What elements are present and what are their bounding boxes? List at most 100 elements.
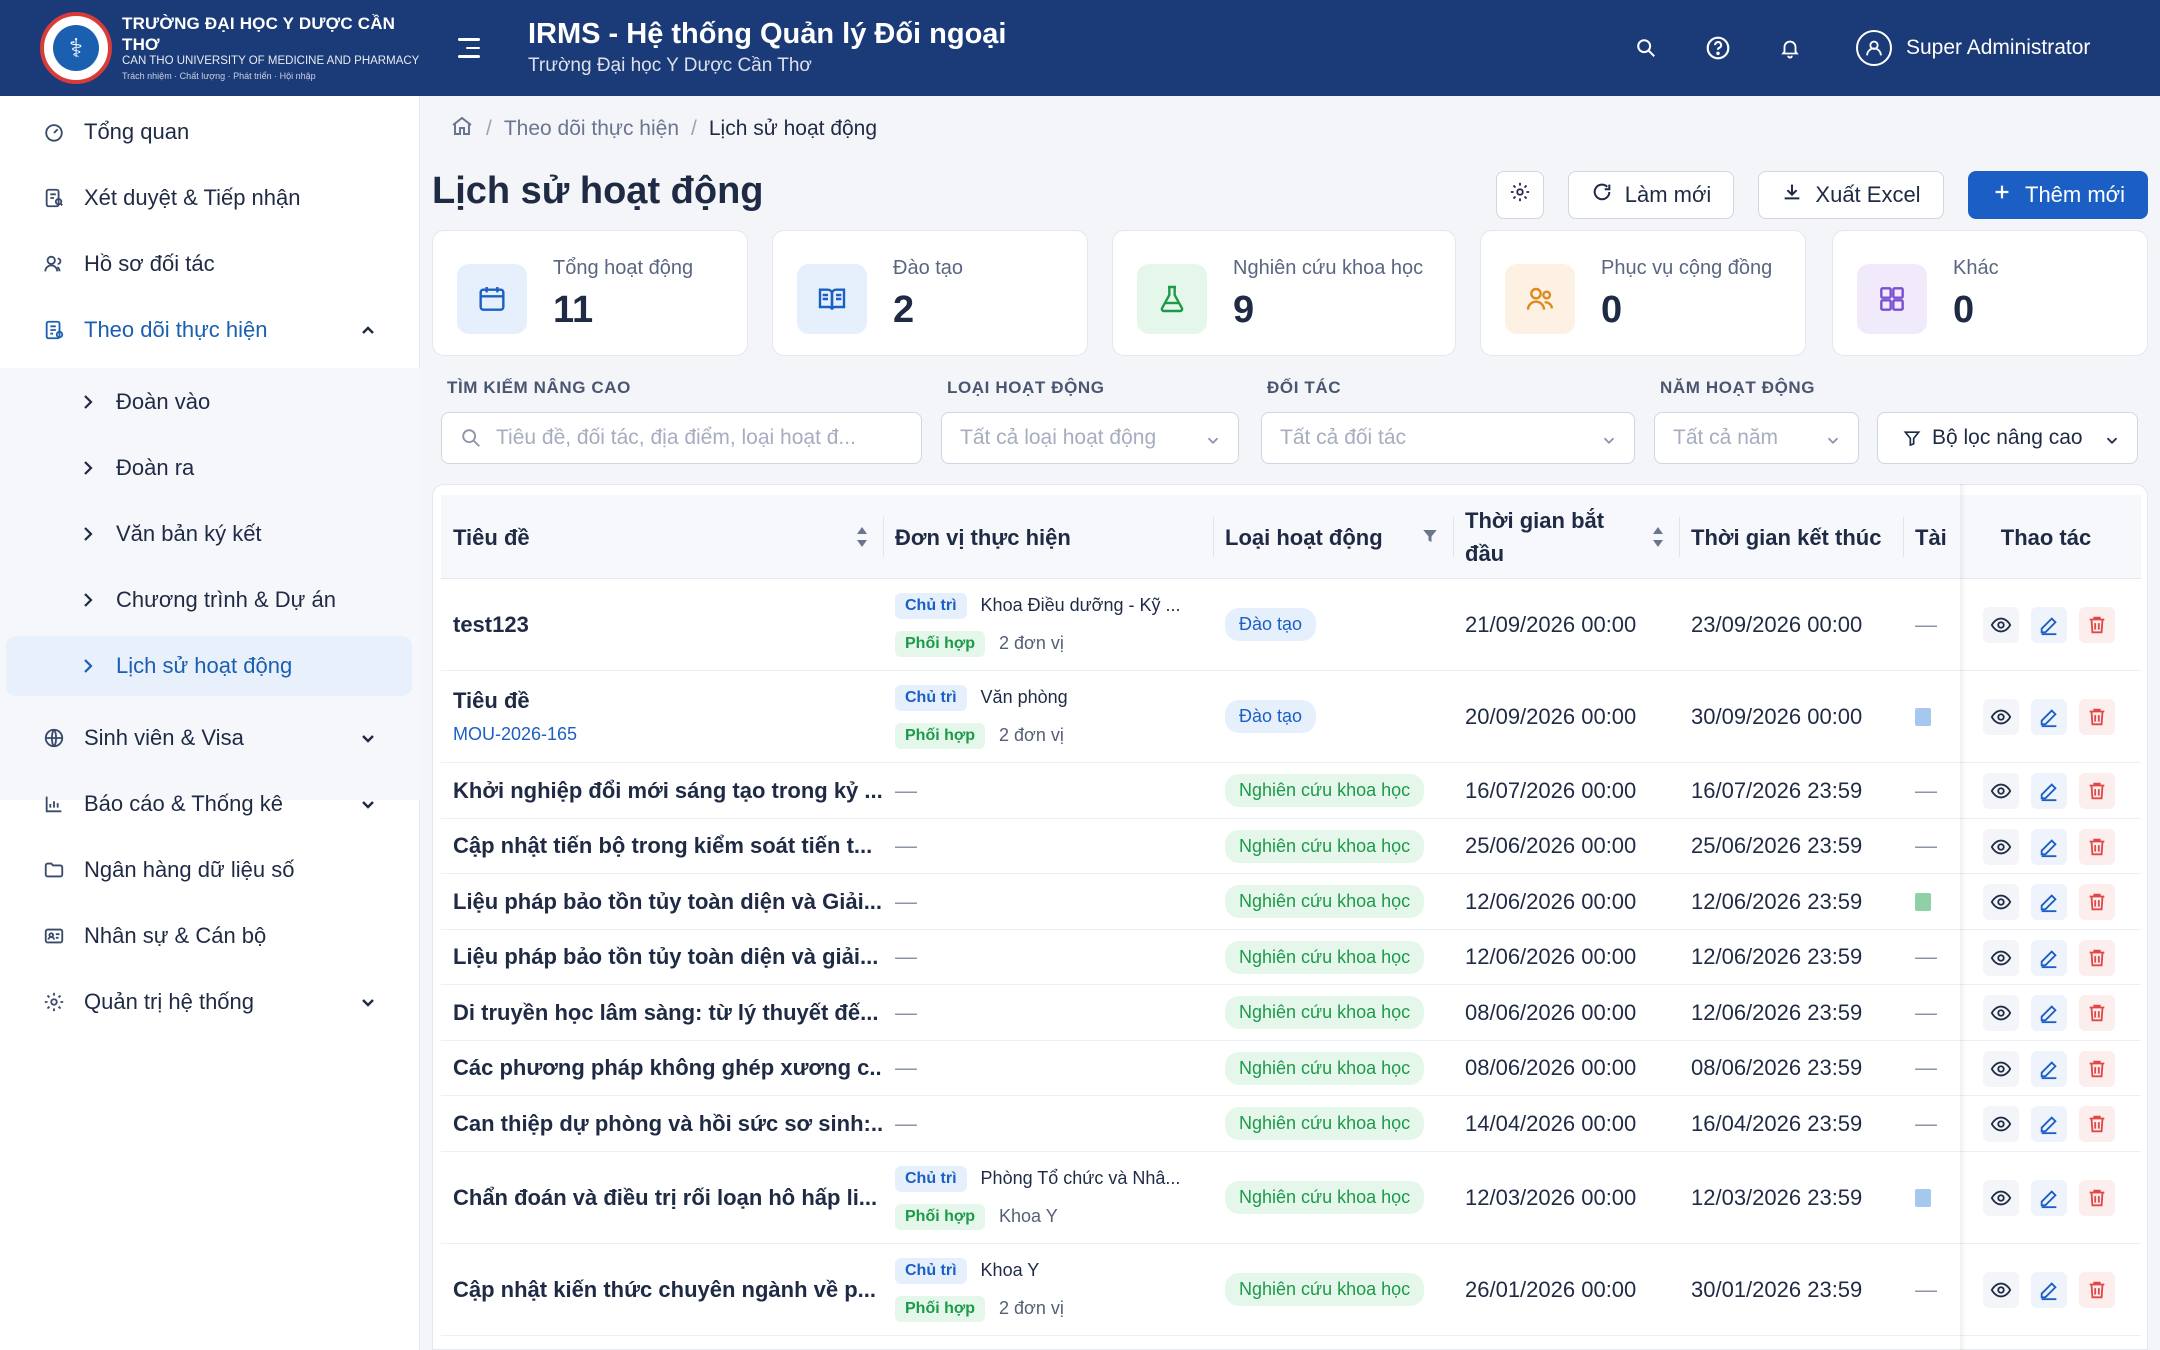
- year-select[interactable]: Tất cả năm: [1654, 412, 1859, 464]
- view-button[interactable]: [1983, 1106, 2019, 1142]
- table-row[interactable]: Liệu pháp bảo tồn tủy toàn diện và giải.…: [441, 930, 2141, 985]
- stat-card-training[interactable]: Đào tạo 2: [772, 230, 1088, 356]
- user-menu[interactable]: Super Administrator: [1856, 30, 2090, 66]
- delete-button[interactable]: [2079, 995, 2115, 1031]
- export-excel-button[interactable]: Xuất Excel: [1758, 171, 1944, 219]
- delete-button[interactable]: [2079, 607, 2115, 643]
- view-button[interactable]: [1983, 699, 2019, 735]
- sidebar-item-admin[interactable]: Quản trị hệ thống: [6, 972, 412, 1032]
- view-button[interactable]: [1983, 607, 2019, 643]
- row-title[interactable]: Di truyền học lâm sàng: từ lý thuyết đế.…: [453, 985, 883, 1040]
- row-title[interactable]: Liệu pháp bảo tồn tủy toàn diện và Giải.…: [453, 874, 883, 929]
- edit-button[interactable]: [2031, 699, 2067, 735]
- column-header-files[interactable]: Tài: [1903, 495, 1951, 579]
- settings-button[interactable]: [1496, 171, 1544, 219]
- row-title[interactable]: Các phương pháp không ghép xương c...: [453, 1041, 883, 1095]
- view-button[interactable]: [1983, 884, 2019, 920]
- search-input[interactable]: Tiêu đề, đối tác, địa điểm, loại hoạt đ.…: [441, 412, 922, 464]
- sidebar-subitem-activity-history[interactable]: Lịch sử hoạt động: [6, 636, 412, 696]
- column-header-title[interactable]: Tiêu đề: [441, 495, 883, 579]
- sidebar-item-staff[interactable]: Nhân sự & Cán bộ: [6, 906, 412, 966]
- edit-button[interactable]: [2031, 773, 2067, 809]
- delete-button[interactable]: [2079, 1180, 2115, 1216]
- partner-select[interactable]: Tất cả đối tác: [1261, 412, 1635, 464]
- edit-button[interactable]: [2031, 995, 2067, 1031]
- edit-button[interactable]: [2031, 1106, 2067, 1142]
- spreadsheet-icon[interactable]: [1915, 892, 1931, 911]
- delete-button[interactable]: [2079, 940, 2115, 976]
- edit-button[interactable]: [2031, 1180, 2067, 1216]
- column-header-start-time[interactable]: Thời gian bắt đầu: [1453, 495, 1679, 579]
- sidebar-item-reports[interactable]: Báo cáo & Thống kê: [6, 774, 412, 834]
- add-new-button[interactable]: Thêm mới: [1968, 171, 2148, 219]
- sidebar-subitem-outbound[interactable]: Đoàn ra: [6, 438, 412, 498]
- view-button[interactable]: [1983, 940, 2019, 976]
- breadcrumb-parent[interactable]: Theo dõi thực hiện: [504, 117, 679, 141]
- table-row[interactable]: test123 Chủ trì Khoa Điều dưỡng - Kỹ ... …: [441, 579, 2141, 671]
- sidebar-item-digital-data[interactable]: Ngân hàng dữ liệu số: [6, 840, 412, 900]
- view-button[interactable]: [1983, 829, 2019, 865]
- table-row[interactable]: Di truyền học lâm sàng: từ lý thuyết đế.…: [441, 985, 2141, 1041]
- filter-icon[interactable]: [1421, 527, 1439, 545]
- sidebar-subitem-agreements[interactable]: Văn bản ký kết: [6, 504, 412, 564]
- row-title[interactable]: Chẩn đoán và điều trị rối loạn hô hấp li…: [453, 1152, 883, 1243]
- sidebar-subitem-inbound[interactable]: Đoàn vào: [6, 372, 412, 432]
- table-row[interactable]: Cập nhật tiến bộ trong kiểm soát tiến t.…: [441, 819, 2141, 874]
- stat-card-other[interactable]: Khác 0: [1832, 230, 2148, 356]
- edit-button[interactable]: [2031, 940, 2067, 976]
- activity-type-select[interactable]: Tất cả loại hoạt động: [941, 412, 1239, 464]
- delete-button[interactable]: [2079, 1051, 2115, 1087]
- row-title[interactable]: Tiêu đề: [453, 688, 530, 714]
- brand[interactable]: ⚕ TRƯỜNG ĐẠI HỌC Y DƯỢC CẦN THƠ CAN THO …: [0, 0, 420, 96]
- table-row[interactable]: Liệu pháp bảo tồn tủy toàn diện và Giải.…: [441, 874, 2141, 930]
- table-row[interactable]: Tiêu đề MOU-2026-165 Chủ trì Văn phòng Ph…: [441, 671, 2141, 763]
- view-button[interactable]: [1983, 1051, 2019, 1087]
- delete-button[interactable]: [2079, 829, 2115, 865]
- row-title[interactable]: test123: [453, 579, 883, 670]
- stat-card-research[interactable]: Nghiên cứu khoa học 9: [1112, 230, 1456, 356]
- row-title[interactable]: Cập nhật kiến thức chuyên ngành về p...: [453, 1244, 883, 1335]
- table-row[interactable]: Cập nhật kiến thức chuyên ngành về p... …: [441, 1244, 2141, 1336]
- sidebar-item-review[interactable]: Xét duyệt & Tiếp nhận: [6, 168, 412, 228]
- view-button[interactable]: [1983, 1272, 2019, 1308]
- column-header-end-time[interactable]: Thời gian kết thúc: [1679, 495, 1903, 579]
- home-icon[interactable]: [450, 114, 474, 144]
- delete-button[interactable]: [2079, 884, 2115, 920]
- delete-button[interactable]: [2079, 773, 2115, 809]
- sidebar-subitem-programs[interactable]: Chương trình & Dự án: [6, 570, 412, 630]
- advanced-filter-button[interactable]: Bộ lọc nâng cao: [1877, 412, 2138, 464]
- table-row[interactable]: Khởi nghiệp đổi mới sáng tạo trong kỷ ..…: [441, 763, 2141, 819]
- refresh-button[interactable]: Làm mới: [1568, 171, 1734, 219]
- delete-button[interactable]: [2079, 699, 2115, 735]
- row-title[interactable]: Can thiệp dự phòng và hồi sức sơ sinh:..…: [453, 1096, 883, 1151]
- sidebar-item-overview[interactable]: Tổng quan: [6, 102, 412, 162]
- column-header-unit[interactable]: Đơn vị thực hiện: [883, 495, 1213, 579]
- edit-button[interactable]: [2031, 829, 2067, 865]
- help-icon[interactable]: [1700, 30, 1736, 66]
- document-icon[interactable]: [1915, 1188, 1931, 1207]
- delete-button[interactable]: [2079, 1106, 2115, 1142]
- row-title[interactable]: Khởi nghiệp đổi mới sáng tạo trong kỷ ..…: [453, 763, 883, 818]
- sort-icon[interactable]: [855, 525, 869, 549]
- sidebar-item-tracking[interactable]: Theo dõi thực hiện: [6, 300, 412, 360]
- edit-button[interactable]: [2031, 884, 2067, 920]
- sidebar-item-students-visa[interactable]: Sinh viên & Visa: [6, 708, 412, 768]
- sort-icon[interactable]: [1651, 525, 1665, 549]
- stat-card-total[interactable]: Tổng hoạt động 11: [432, 230, 748, 356]
- bell-icon[interactable]: [1772, 30, 1808, 66]
- view-button[interactable]: [1983, 773, 2019, 809]
- view-button[interactable]: [1983, 995, 2019, 1031]
- search-icon[interactable]: [1628, 30, 1664, 66]
- edit-button[interactable]: [2031, 1272, 2067, 1308]
- edit-button[interactable]: [2031, 607, 2067, 643]
- document-icon[interactable]: [1915, 707, 1931, 726]
- menu-toggle-icon[interactable]: [452, 32, 484, 64]
- row-title[interactable]: Cập nhật tiến bộ trong kiểm soát tiến t.…: [453, 819, 883, 873]
- column-header-type[interactable]: Loại hoạt động: [1213, 495, 1453, 579]
- table-row[interactable]: Can thiệp dự phòng và hồi sức sơ sinh:..…: [441, 1096, 2141, 1152]
- table-row[interactable]: Các phương pháp không ghép xương c... — …: [441, 1041, 2141, 1096]
- stat-card-community[interactable]: Phục vụ cộng đồng 0: [1480, 230, 1806, 356]
- sidebar-item-partners[interactable]: Hồ sơ đối tác: [6, 234, 412, 294]
- table-row[interactable]: Chẩn đoán và điều trị rối loạn hô hấp li…: [441, 1152, 2141, 1244]
- view-button[interactable]: [1983, 1180, 2019, 1216]
